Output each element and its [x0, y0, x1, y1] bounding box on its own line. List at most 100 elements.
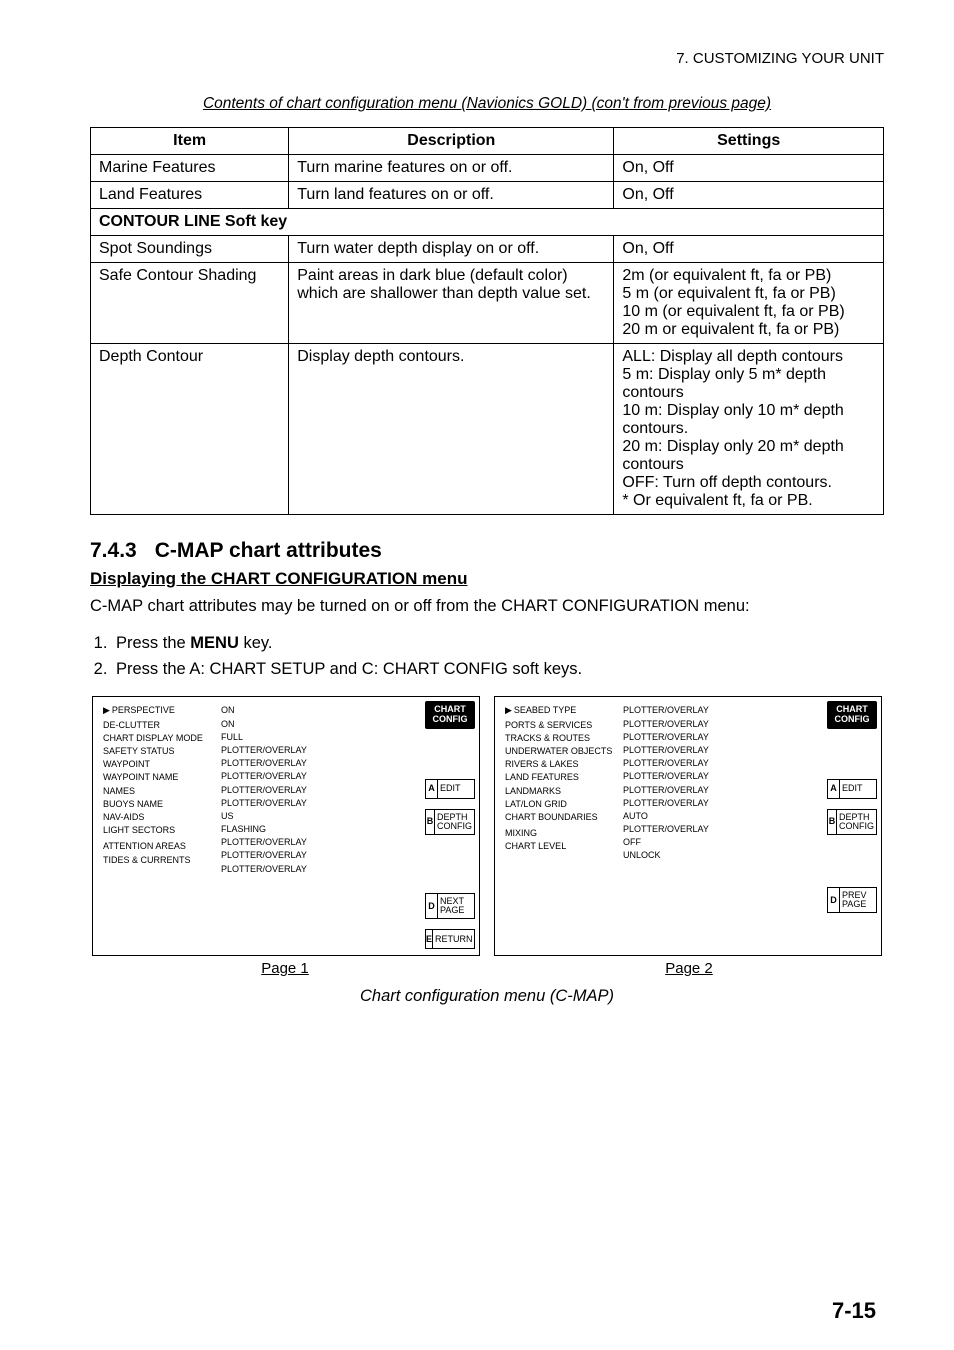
panel-tab: CHART CONFIG	[827, 701, 877, 729]
table-section-row: CONTOUR LINE Soft key	[91, 209, 884, 236]
menu-item[interactable]: PERSPECTIVE	[112, 705, 175, 715]
panel-values-col: PLOTTER/OVERLAY PLOTTER/OVERLAY PLOTTER/…	[623, 705, 709, 949]
th-settings: Settings	[614, 128, 884, 155]
softkey-label: RETURN	[433, 930, 475, 948]
menu-value: PLOTTER/OVERLAY	[221, 850, 307, 860]
cell-settings: On, Off	[614, 155, 884, 182]
panel-content: ▶SEABED TYPE PORTS & SERVICES TRACKS & R…	[495, 697, 823, 955]
menu-value: PLOTTER/OVERLAY	[623, 824, 709, 834]
menu-value: PLOTTER/OVERLAY	[221, 864, 307, 874]
panel-labels-col: ▶PERSPECTIVE DE-CLUTTER CHART DISPLAY MO…	[103, 705, 215, 949]
menu-value: PLOTTER/OVERLAY	[623, 719, 709, 729]
softkey-label: DEPTHCONFIG	[837, 810, 876, 834]
softkey-label: EDIT	[840, 780, 876, 798]
cell-settings: 2m (or equivalent ft, fa or PB) 5 m (or …	[614, 263, 884, 344]
softkey-letter: D	[426, 894, 438, 918]
cell-item: Spot Soundings	[91, 236, 289, 263]
menu-item[interactable]: CHART LEVEL	[505, 841, 617, 851]
menu-item[interactable]: WAYPOINT	[103, 759, 215, 769]
menu-value: AUTO	[623, 811, 709, 821]
steps-list: Press the MENU key. Press the A: CHART S…	[112, 631, 884, 682]
softkey-letter: D	[828, 888, 840, 912]
menu-item[interactable]: BUOYS NAME	[103, 799, 215, 809]
softkey-d-prev-page[interactable]: D PREVPAGE	[827, 887, 877, 913]
menu-item[interactable]: ATTENTION AREAS	[103, 841, 215, 851]
section-cell: CONTOUR LINE Soft key	[91, 209, 884, 236]
menu-value: PLOTTER/OVERLAY	[623, 745, 709, 755]
chart-config-panel-2: ▶SEABED TYPE PORTS & SERVICES TRACKS & R…	[494, 696, 882, 956]
cell-item: Marine Features	[91, 155, 289, 182]
cell-settings: ALL: Display all depth contours 5 m: Dis…	[614, 344, 884, 515]
menu-item[interactable]: CHART BOUNDARIES	[505, 812, 617, 822]
menu-value: PLOTTER/OVERLAY	[221, 837, 307, 847]
menu-item[interactable]: LANDMARKS	[505, 786, 617, 796]
softkey-b-depth-config[interactable]: B DEPTHCONFIG	[827, 809, 877, 835]
menu-item[interactable]: NAMES	[103, 786, 215, 796]
menu-item[interactable]: RIVERS & LAKES	[505, 759, 617, 769]
config-table: Item Description Settings Marine Feature…	[90, 127, 884, 515]
cell-item: Safe Contour Shading	[91, 263, 289, 344]
page-number: 7-15	[832, 1298, 876, 1324]
menu-value: UNLOCK	[623, 850, 709, 860]
table-row: Land Features Turn land features on or o…	[91, 182, 884, 209]
section-header: 7. CUSTOMIZING YOUR UNIT	[90, 50, 884, 67]
softkey-label: EDIT	[438, 780, 474, 798]
menu-value: PLOTTER/OVERLAY	[221, 745, 307, 755]
page-label-2: Page 2	[495, 960, 883, 977]
menu-value: FULL	[221, 732, 307, 742]
menu-item[interactable]: LAND FEATURES	[505, 772, 617, 782]
cell-desc: Turn water depth display on or off.	[289, 236, 614, 263]
softkey-column: CHART CONFIG A EDIT B DEPTHCONFIG D NEXT…	[421, 697, 479, 955]
table-row: Spot Soundings Turn water depth display …	[91, 236, 884, 263]
softkey-a-edit[interactable]: A EDIT	[827, 779, 877, 799]
menu-value: PLOTTER/OVERLAY	[221, 785, 307, 795]
table-row: Depth Contour Display depth contours. AL…	[91, 344, 884, 515]
cell-desc: Paint areas in dark blue (default color)…	[289, 263, 614, 344]
section-title: C-MAP chart attributes	[155, 539, 382, 563]
softkey-letter: A	[426, 780, 438, 798]
menu-item[interactable]: LAT/LON GRID	[505, 799, 617, 809]
softkey-label: NEXTPAGE	[438, 894, 474, 918]
chart-config-panel-1: ▶PERSPECTIVE DE-CLUTTER CHART DISPLAY MO…	[92, 696, 480, 956]
menu-item[interactable]: CHART DISPLAY MODE	[103, 733, 215, 743]
softkey-a-edit[interactable]: A EDIT	[425, 779, 475, 799]
softkey-column: CHART CONFIG A EDIT B DEPTHCONFIG D PREV…	[823, 697, 881, 955]
softkey-label: DEPTHCONFIG	[435, 810, 474, 834]
step-item: Press the A: CHART SETUP and C: CHART CO…	[112, 657, 884, 683]
th-item: Item	[91, 128, 289, 155]
cell-desc: Display depth contours.	[289, 344, 614, 515]
table-subtitle: Contents of chart configuration menu (Na…	[90, 95, 884, 113]
panel-tab: CHART CONFIG	[425, 701, 475, 729]
panel-labels-col: ▶SEABED TYPE PORTS & SERVICES TRACKS & R…	[505, 705, 617, 949]
menu-item[interactable]: DE-CLUTTER	[103, 720, 215, 730]
th-desc: Description	[289, 128, 614, 155]
menu-item[interactable]: SAFETY STATUS	[103, 746, 215, 756]
menu-item[interactable]: TRACKS & ROUTES	[505, 733, 617, 743]
menu-value: PLOTTER/OVERLAY	[623, 705, 709, 715]
cell-settings: On, Off	[614, 236, 884, 263]
menu-item[interactable]: NAV-AIDS	[103, 812, 215, 822]
figure-caption: Chart configuration menu (C-MAP)	[90, 987, 884, 1006]
menu-item[interactable]: TIDES & CURRENTS	[103, 855, 215, 865]
menu-value: ON	[221, 705, 307, 715]
cursor-arrow-icon: ▶	[103, 705, 110, 715]
table-row: Marine Features Turn marine features on …	[91, 155, 884, 182]
menu-item[interactable]: LIGHT SECTORS	[103, 825, 215, 835]
softkey-e-return[interactable]: E RETURN	[425, 929, 475, 949]
menu-item[interactable]: PORTS & SERVICES	[505, 720, 617, 730]
cell-desc: Turn land features on or off.	[289, 182, 614, 209]
cell-settings: On, Off	[614, 182, 884, 209]
menu-item[interactable]: SEABED TYPE	[514, 705, 576, 715]
menu-value: PLOTTER/OVERLAY	[221, 771, 307, 781]
softkey-b-depth-config[interactable]: B DEPTHCONFIG	[425, 809, 475, 835]
softkey-d-next-page[interactable]: D NEXTPAGE	[425, 893, 475, 919]
step-item: Press the MENU key.	[112, 631, 884, 657]
panel-values-col: ON ON FULL PLOTTER/OVERLAY PLOTTER/OVERL…	[221, 705, 307, 949]
section-number: 7.4.3	[90, 539, 137, 563]
menu-value: ON	[221, 719, 307, 729]
softkey-label: PREVPAGE	[840, 888, 876, 912]
menu-item[interactable]: MIXING	[505, 828, 617, 838]
menu-value: PLOTTER/OVERLAY	[623, 732, 709, 742]
menu-item[interactable]: UNDERWATER OBJECTS	[505, 746, 617, 756]
menu-item[interactable]: WAYPOINT NAME	[103, 772, 215, 782]
